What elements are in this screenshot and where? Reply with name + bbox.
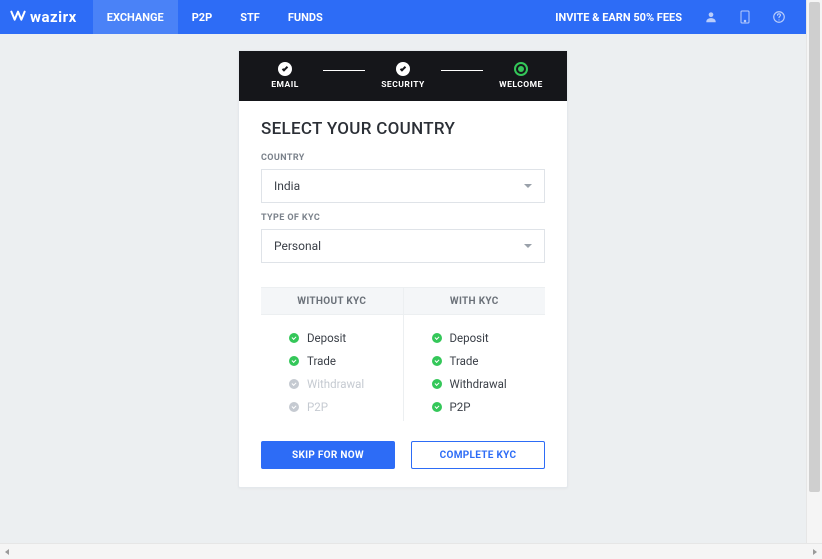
check-icon bbox=[278, 62, 292, 76]
chevron-down-icon bbox=[524, 244, 532, 248]
brand-logo[interactable]: wazirx bbox=[10, 8, 77, 26]
feature-label: P2P bbox=[307, 400, 328, 414]
country-value: India bbox=[274, 179, 300, 193]
brand-name: wazirx bbox=[30, 8, 77, 26]
onboarding-card: EMAIL SECURITY WELCOME SELECT YOUR COUNT… bbox=[238, 50, 568, 488]
help-icon[interactable] bbox=[762, 0, 796, 34]
kyc-type-select[interactable]: Personal bbox=[261, 229, 545, 263]
check-circle-icon bbox=[289, 333, 299, 343]
top-nav: wazirx EXCHANGE P2P STF FUNDS INVITE & E… bbox=[0, 0, 806, 34]
feature-row: Deposit bbox=[261, 325, 403, 348]
nav-exchange[interactable]: EXCHANGE bbox=[93, 0, 178, 34]
country-select[interactable]: India bbox=[261, 169, 545, 203]
skip-button[interactable]: SKIP FOR NOW bbox=[261, 441, 395, 469]
feature-label: Trade bbox=[450, 354, 479, 368]
feature-row: P2P bbox=[261, 394, 403, 417]
with-kyc-header: WITH KYC bbox=[404, 287, 546, 315]
without-kyc-column: WITHOUT KYC Deposit Trade Withdrawal P2P bbox=[261, 287, 403, 421]
kyc-comparison: WITHOUT KYC Deposit Trade Withdrawal P2P WI… bbox=[239, 287, 567, 439]
feature-row: Trade bbox=[404, 348, 546, 371]
scroll-right-icon bbox=[813, 549, 817, 555]
vertical-scrollbar[interactable] bbox=[806, 0, 822, 543]
feature-label: Deposit bbox=[450, 331, 489, 345]
scrollbar-thumb[interactable] bbox=[809, 2, 820, 492]
step-security: SECURITY bbox=[367, 62, 439, 90]
check-circle-icon bbox=[432, 356, 442, 366]
feature-label: Trade bbox=[307, 354, 336, 368]
nav-stf[interactable]: STF bbox=[226, 0, 274, 34]
kyc-type-value: Personal bbox=[274, 239, 321, 253]
feature-label: Withdrawal bbox=[307, 377, 364, 391]
scroll-left-icon bbox=[5, 549, 9, 555]
brand-icon bbox=[10, 10, 26, 24]
feature-row: Trade bbox=[261, 348, 403, 371]
nav-funds[interactable]: FUNDS bbox=[274, 0, 337, 34]
check-circle-icon bbox=[432, 379, 442, 389]
feature-row: P2P bbox=[404, 394, 546, 417]
step-email: EMAIL bbox=[249, 62, 321, 90]
without-kyc-header: WITHOUT KYC bbox=[261, 287, 403, 315]
nav-invite[interactable]: INVITE & EARN 50% FEES bbox=[543, 11, 694, 24]
feature-label: Deposit bbox=[307, 331, 346, 345]
account-icon[interactable] bbox=[694, 0, 728, 34]
horizontal-scrollbar[interactable] bbox=[0, 543, 822, 559]
feature-label: Withdrawal bbox=[450, 377, 507, 391]
chevron-down-icon bbox=[524, 184, 532, 188]
with-kyc-column: WITH KYC Deposit Trade Withdrawal P2P bbox=[403, 287, 546, 421]
kyc-type-label: TYPE OF KYC bbox=[261, 213, 545, 223]
check-circle-icon bbox=[432, 333, 442, 343]
check-icon bbox=[396, 62, 410, 76]
step-welcome: WELCOME bbox=[485, 62, 557, 90]
feature-row: Withdrawal bbox=[404, 371, 546, 394]
feature-row: Deposit bbox=[404, 325, 546, 348]
feature-row: Withdrawal bbox=[261, 371, 403, 394]
page-title: SELECT YOUR COUNTRY bbox=[261, 119, 545, 139]
feature-label: P2P bbox=[450, 400, 471, 414]
complete-kyc-button[interactable]: COMPLETE KYC bbox=[411, 441, 545, 469]
progress-steps: EMAIL SECURITY WELCOME bbox=[239, 51, 567, 101]
nav-p2p[interactable]: P2P bbox=[178, 0, 227, 34]
check-circle-icon bbox=[289, 379, 299, 389]
country-label: COUNTRY bbox=[261, 153, 545, 163]
active-step-icon bbox=[514, 62, 528, 76]
mobile-icon[interactable] bbox=[728, 0, 762, 34]
check-circle-icon bbox=[432, 402, 442, 412]
check-circle-icon bbox=[289, 402, 299, 412]
check-circle-icon bbox=[289, 356, 299, 366]
